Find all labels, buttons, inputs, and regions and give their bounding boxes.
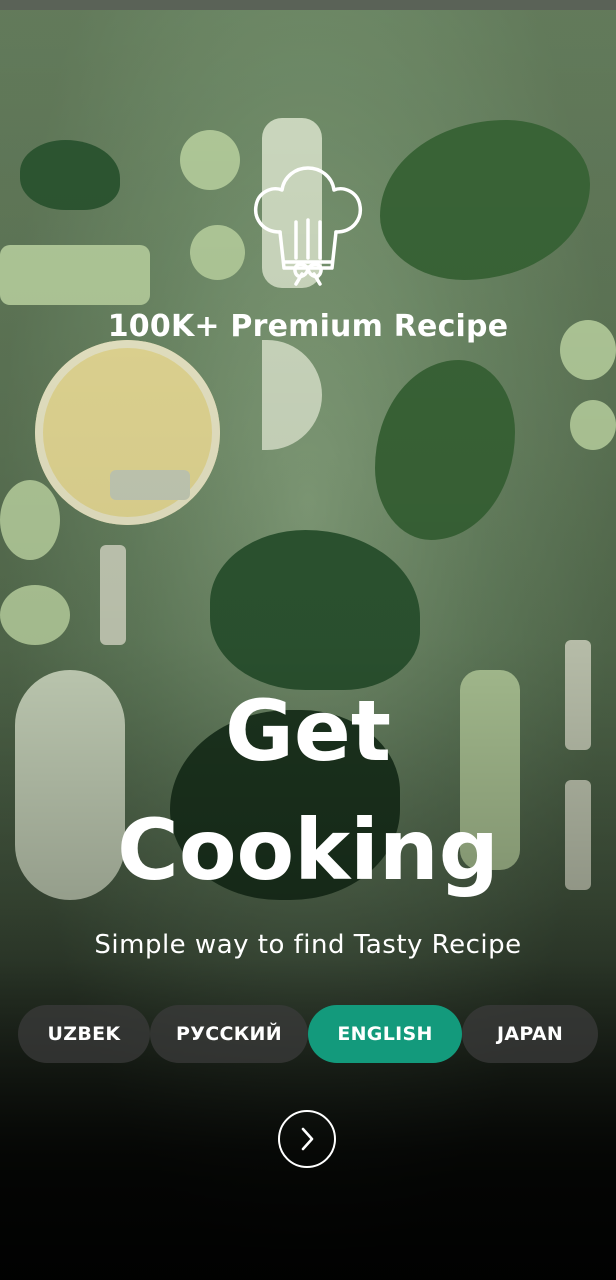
language-option-english[interactable]: ENGLISH (308, 1005, 462, 1063)
page-title: Get Cooking (0, 672, 616, 911)
language-selector: UZBEK РУССКИЙ ENGLISH JAPAN (18, 1005, 598, 1063)
onboarding-screen: 100K+ Premium Recipe Get Cooking Simple … (0, 0, 616, 1280)
language-option-uzbek[interactable]: UZBEK (18, 1005, 150, 1063)
subtitle-text: Simple way to find Tasty Recipe (94, 930, 522, 960)
status-bar (0, 0, 616, 10)
language-option-japan[interactable]: JAPAN (462, 1005, 598, 1063)
chevron-right-icon (301, 1127, 314, 1151)
title-line-1: Get (224, 682, 392, 780)
next-button[interactable] (278, 1110, 336, 1168)
language-option-russian[interactable]: РУССКИЙ (150, 1005, 308, 1063)
title-line-2: Cooking (117, 801, 499, 900)
tagline-text: 100K+ Premium Recipe (107, 309, 509, 344)
chef-hat-icon (250, 162, 366, 288)
